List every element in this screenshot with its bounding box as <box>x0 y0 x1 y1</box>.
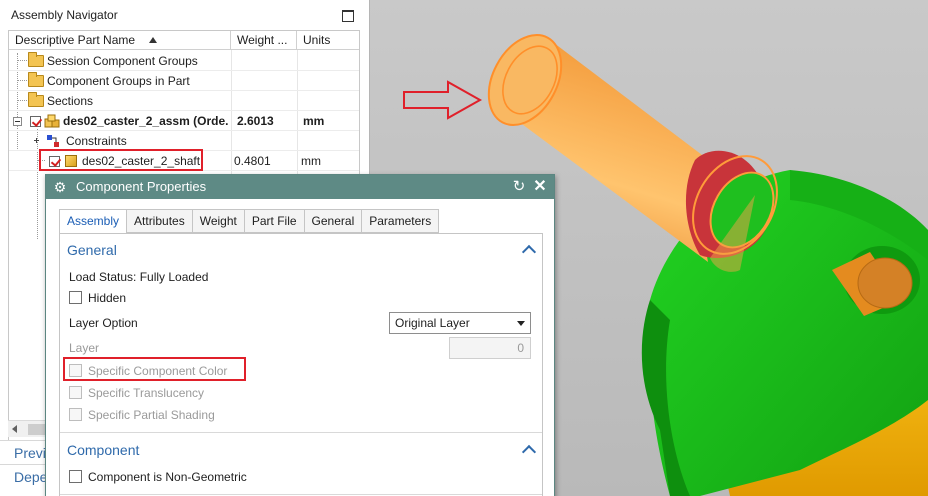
layer-input[interactable]: 0 <box>449 337 531 359</box>
column-header-name[interactable]: Descriptive Part Name <box>9 31 231 50</box>
chevron-up-icon[interactable] <box>521 444 537 460</box>
folder-icon <box>28 52 44 67</box>
tree-row[interactable]: Session Component Groups <box>9 51 359 71</box>
load-status-label: Load Status: Fully Loaded <box>69 270 209 284</box>
highlight-box-shaft <box>39 149 203 171</box>
visibility-checkbox[interactable] <box>30 116 41 127</box>
tree-row[interactable]: Constraints <box>9 131 359 151</box>
sort-ascending-icon <box>149 37 157 43</box>
tree-row-assembly[interactable]: des02_caster_2_assm (Orde... 2.6013 mm <box>9 111 359 131</box>
constraints-icon <box>47 135 59 147</box>
scroll-left-icon[interactable] <box>12 425 17 433</box>
highlight-box-color <box>63 357 246 381</box>
layer-option-select[interactable]: Original Layer <box>389 312 531 334</box>
gear-icon: ⚙ <box>53 179 67 195</box>
column-header-units[interactable]: Units <box>297 31 359 50</box>
column-header-weight[interactable]: Weight ... <box>231 31 297 50</box>
weight-value: 0.4801 <box>234 154 271 168</box>
tree-item-label: Component Groups in Part <box>47 74 190 88</box>
maximize-icon[interactable] <box>342 10 354 22</box>
specific-shading-checkbox[interactable] <box>69 408 82 421</box>
chevron-up-icon[interactable] <box>521 244 537 260</box>
weight-value: 2.6013 <box>237 114 274 128</box>
section-divider <box>60 494 542 495</box>
red-arrow-icon <box>403 80 483 120</box>
tab-attributes[interactable]: Attributes <box>127 209 193 233</box>
dialog-body: General Load Status: Fully Loaded Hidden… <box>59 233 543 496</box>
specific-translucency-checkbox[interactable] <box>69 386 82 399</box>
non-geometric-checkbox[interactable] <box>69 470 82 483</box>
column-headers: Descriptive Part Name Weight ... Units <box>9 31 359 50</box>
tree-row[interactable]: Sections <box>9 91 359 111</box>
dialog-title: Component Properties <box>76 179 207 194</box>
specific-translucency-label: Specific Translucency <box>88 386 205 400</box>
tree-item-label: des02_caster_2_assm (Orde... <box>63 114 229 128</box>
tab-part-file[interactable]: Part File <box>244 209 305 233</box>
layer-label: Layer <box>69 341 100 355</box>
tree-item-label: Constraints <box>66 134 127 148</box>
component-properties-dialog: ⚙ Component Properties ↻ ✕ Assembly Attr… <box>45 174 555 496</box>
tab-assembly[interactable]: Assembly <box>59 209 128 234</box>
section-title-component[interactable]: Component <box>67 442 139 458</box>
section-divider <box>60 432 542 433</box>
folder-icon <box>28 92 44 107</box>
tab-parameters[interactable]: Parameters <box>362 209 440 233</box>
column-header-name-label: Descriptive Part Name <box>15 33 136 47</box>
layer-option-label: Layer Option <box>69 316 138 330</box>
units-value: mm <box>303 114 325 128</box>
assembly-icon <box>44 114 60 128</box>
close-icon[interactable]: ✕ <box>531 178 549 196</box>
reset-icon[interactable]: ↻ <box>511 178 527 196</box>
folder-icon <box>28 72 44 87</box>
tree-row[interactable]: Component Groups in Part <box>9 71 359 91</box>
section-title-general[interactable]: General <box>67 242 117 258</box>
non-geometric-label: Component is Non-Geometric <box>88 470 247 484</box>
tree-item-label: Session Component Groups <box>47 54 198 68</box>
navigator-title: Assembly Navigator <box>11 8 118 22</box>
bracket-pin-face <box>857 257 913 309</box>
hidden-checkbox[interactable] <box>69 291 82 304</box>
layer-option-value: Original Layer <box>395 316 470 330</box>
collapse-icon[interactable] <box>13 117 22 126</box>
units-value: mm <box>301 154 321 168</box>
chevron-down-icon <box>517 321 525 326</box>
specific-shading-label: Specific Partial Shading <box>88 408 215 422</box>
expand-icon[interactable] <box>33 137 42 146</box>
hidden-label: Hidden <box>88 291 127 305</box>
dialog-titlebar[interactable]: ⚙ Component Properties ↻ ✕ <box>46 175 554 199</box>
tab-general[interactable]: General <box>304 209 363 233</box>
tree-item-label: Sections <box>47 94 94 108</box>
dialog-tabs: Assembly Attributes Weight Part File Gen… <box>59 209 440 234</box>
tab-weight[interactable]: Weight <box>192 209 245 233</box>
